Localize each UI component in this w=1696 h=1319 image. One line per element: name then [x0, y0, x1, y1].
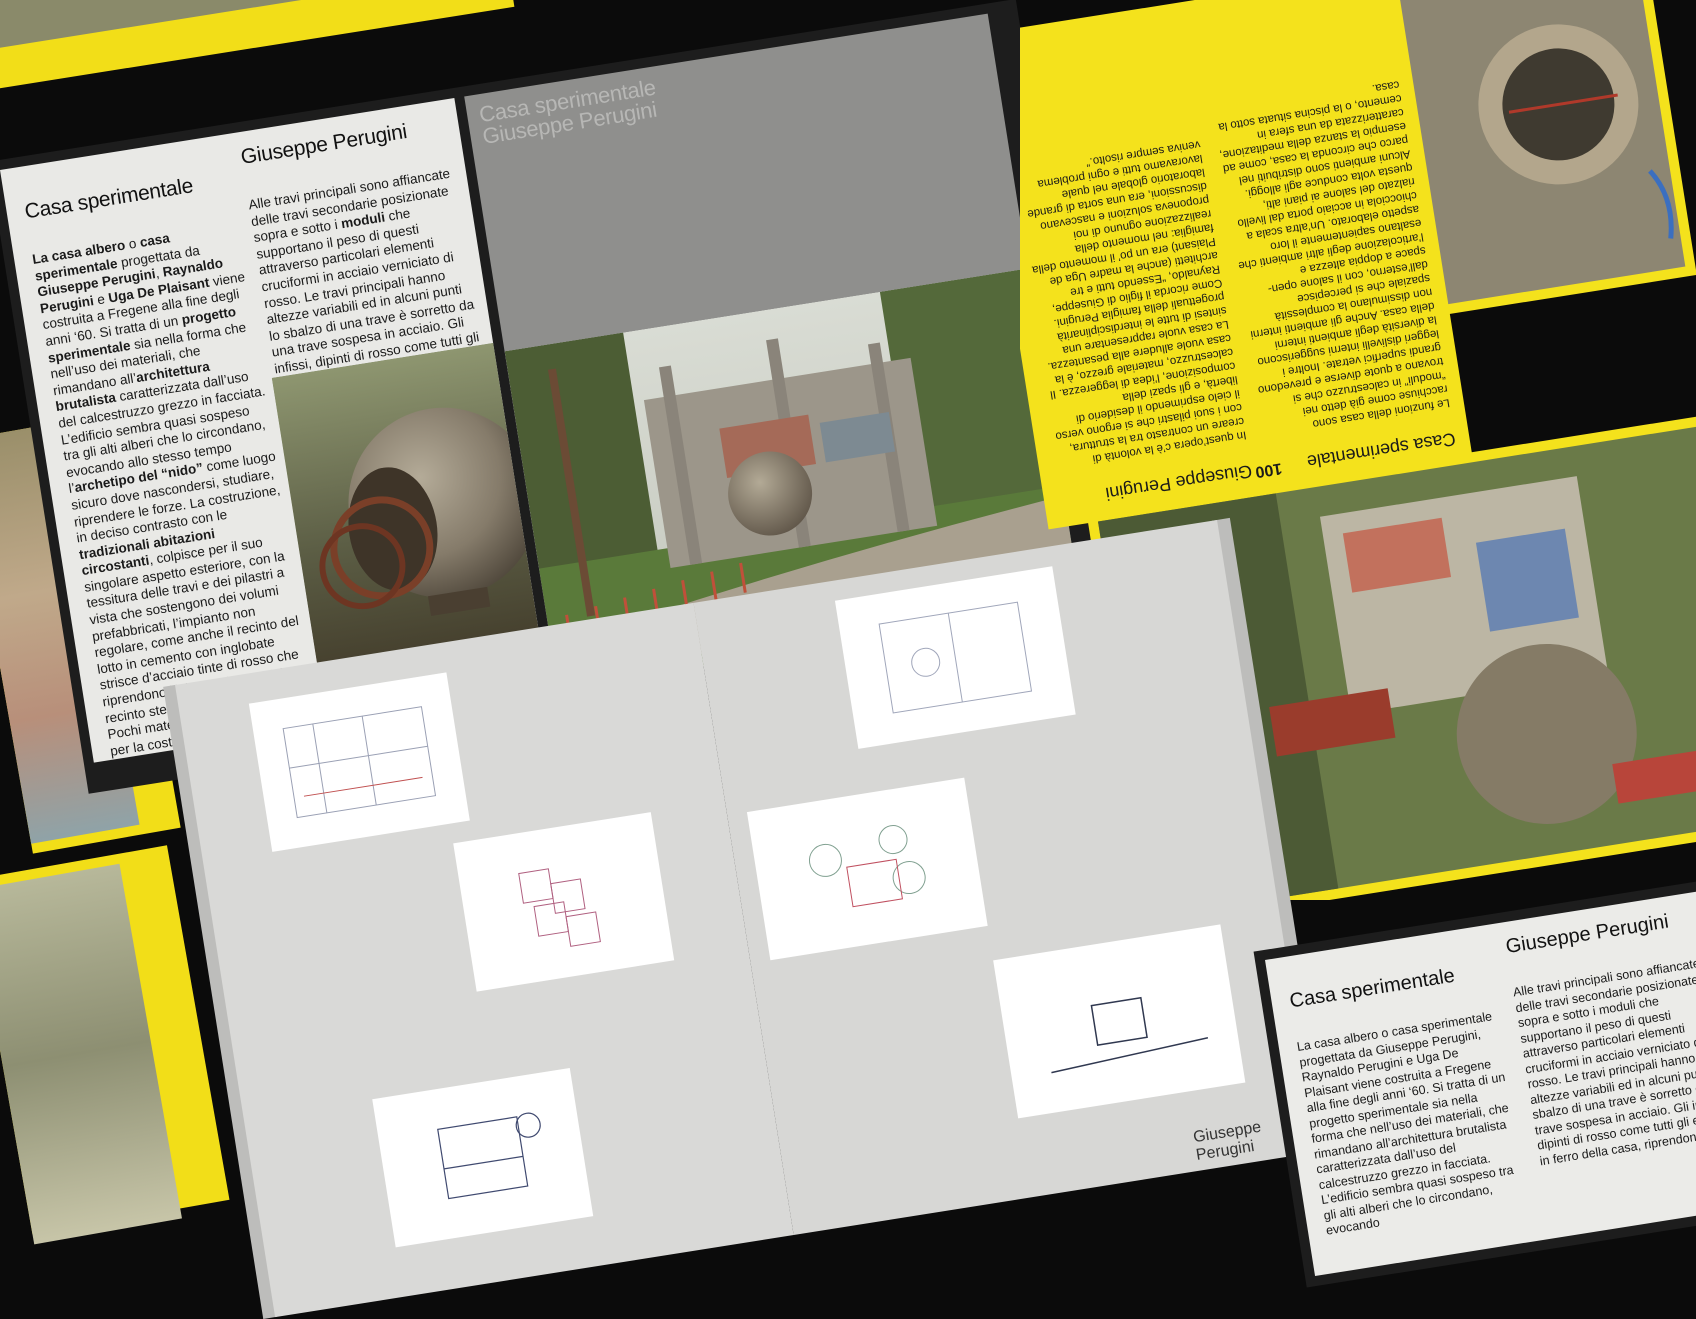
br-column-1: La casa albero o casa sperimentale proge…	[1295, 1009, 1515, 1238]
plan-drawing-1	[248, 672, 470, 852]
intro-paragraph: La casa albero o casa sperimentale proge…	[31, 230, 267, 431]
yellow-book-left-bottom	[0, 845, 230, 1245]
plans-right-page: Giuseppe Perugini	[693, 519, 1318, 1235]
plan-drawing-5	[746, 777, 988, 961]
plan-drawing-2	[453, 812, 675, 992]
yellow-top-photo	[1386, 0, 1696, 316]
plan-drawing-6	[993, 924, 1246, 1119]
page-header-left: Casa sperimentale	[23, 174, 195, 224]
porthole-illustration	[1398, 0, 1686, 305]
br-header-left: Casa sperimentale	[1288, 964, 1457, 1013]
page-header-right: Giuseppe Perugini	[239, 120, 409, 170]
bottom-right-spread: Casa sperimentale Giuseppe Perugini La c…	[1253, 860, 1696, 1288]
yellow-page-number: 100	[1254, 459, 1284, 481]
yellow-text-column-2: In quest’opera c’è la volontà di creare …	[1026, 137, 1248, 465]
plans-left-page	[175, 602, 794, 1318]
br-column-2: Alle travi principali sono affiancate de…	[1512, 956, 1696, 1168]
plan-drawing-4	[834, 566, 1076, 749]
plan-drawing-3	[372, 1067, 594, 1248]
br-header-right: Giuseppe Perugini	[1504, 910, 1671, 959]
